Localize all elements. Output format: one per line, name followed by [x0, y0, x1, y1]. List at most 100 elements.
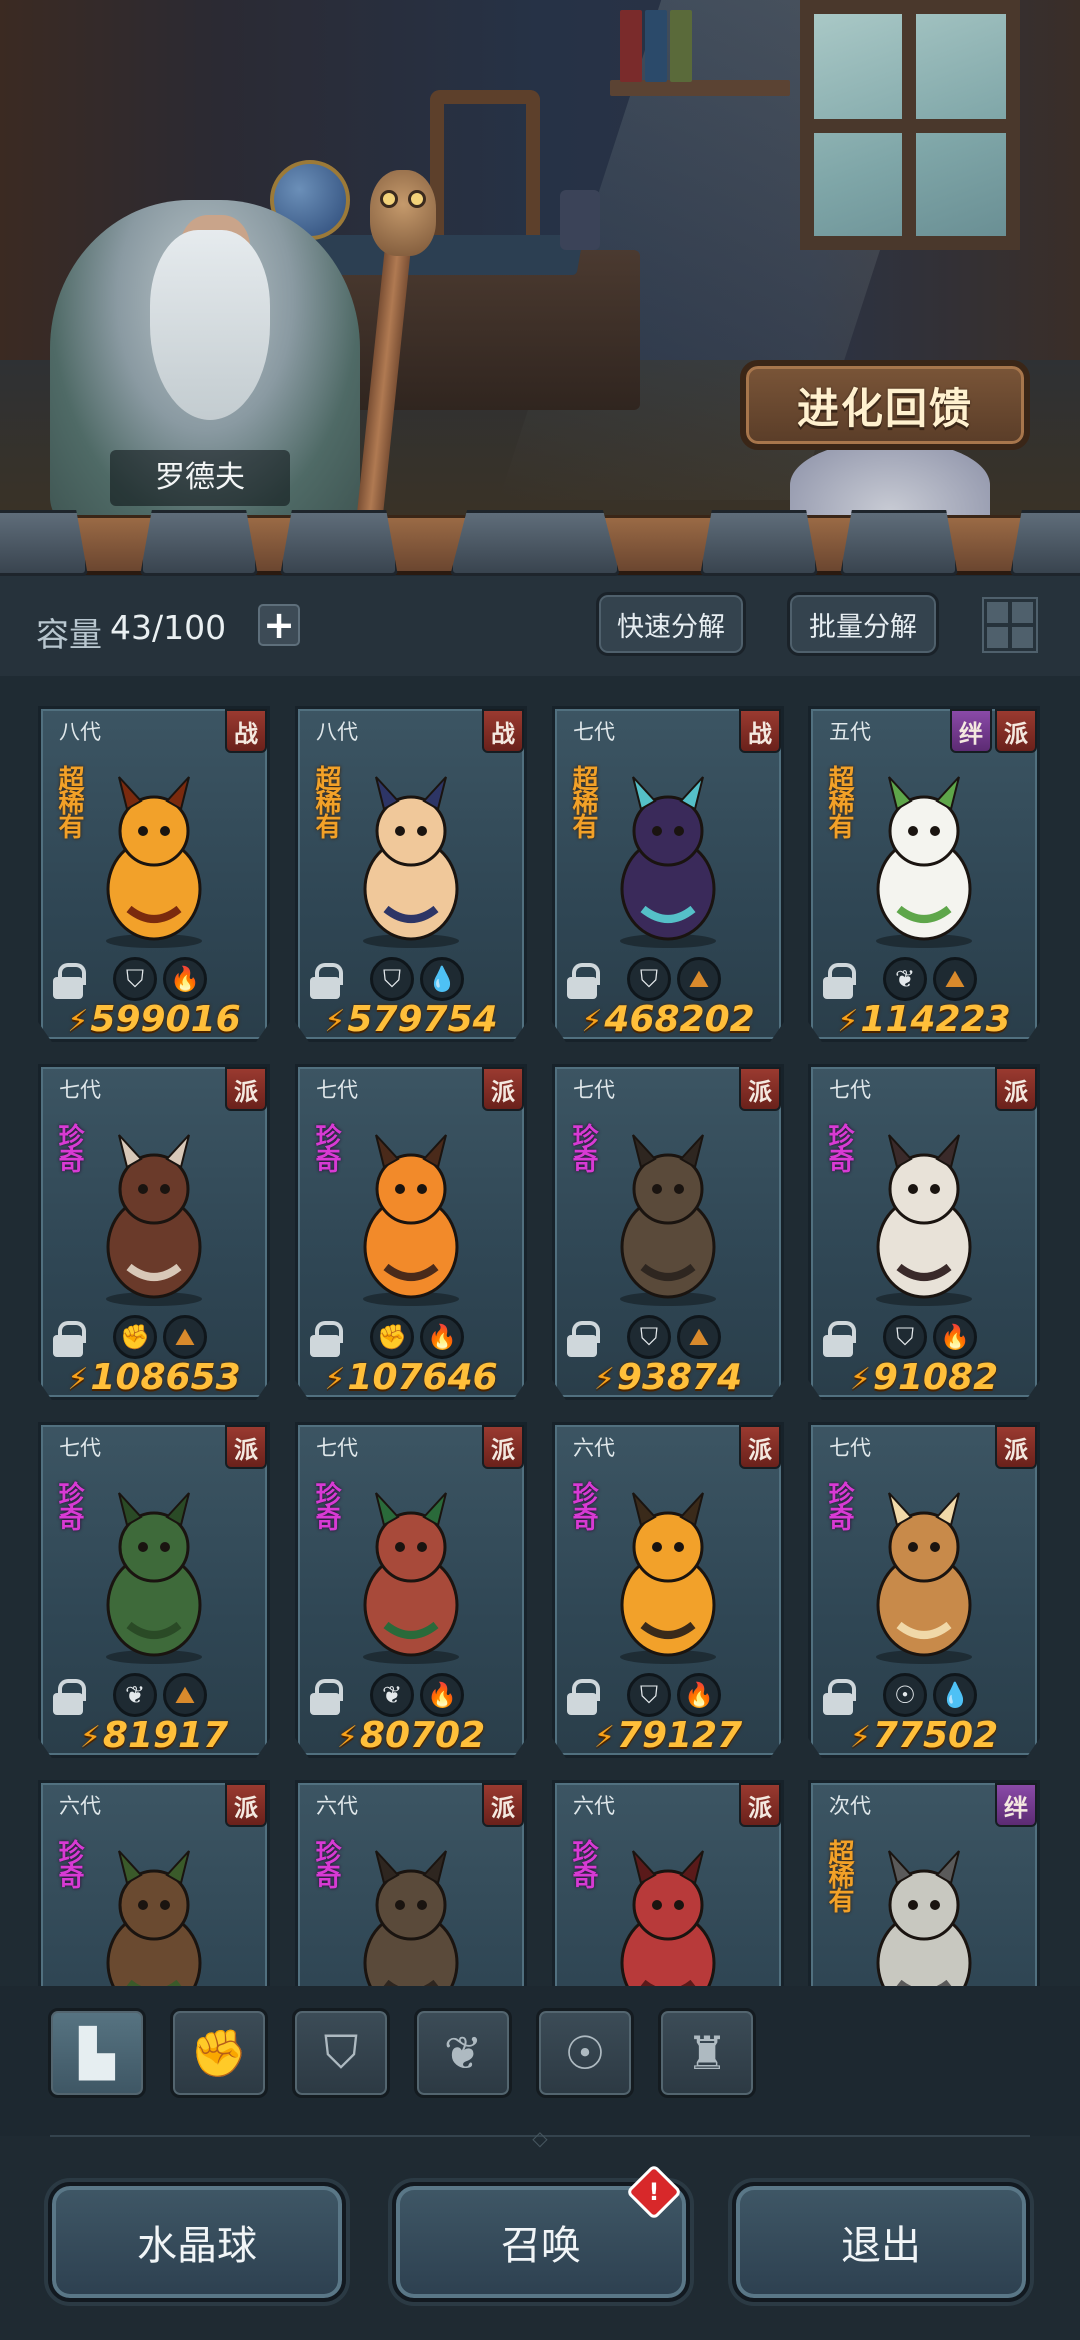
shield-icon: ⛉ [113, 957, 157, 1001]
fire-icon: 🔥 [420, 1673, 464, 1717]
generation-label: 七代 [829, 1078, 871, 1102]
lock-icon[interactable] [53, 1321, 86, 1357]
lock-icon[interactable] [567, 963, 600, 999]
power-number: 107646 [347, 1357, 498, 1398]
power-value: ⚡80702 [298, 1715, 524, 1756]
monster-card[interactable]: 七代派珍奇 ❦ 🔥 ⚡80702 [295, 1422, 527, 1758]
card-tags: 派 [995, 1425, 1037, 1469]
lock-icon[interactable] [53, 963, 86, 999]
lock-icon[interactable] [567, 1321, 600, 1357]
filter-all-button[interactable]: ▙ [48, 2008, 146, 2098]
power-icon: ⚡ [837, 1004, 859, 1039]
monster-card[interactable]: 六代派珍奇 [295, 1780, 527, 1986]
power-icon: ⚡ [324, 1362, 346, 1397]
fire-icon: 🔥 [163, 957, 207, 1001]
monster-card[interactable]: 五代绊派超稀有 ❦ ⛰ ⚡114223 [808, 706, 1040, 1042]
generation-label: 八代 [59, 720, 101, 744]
generation-label: 七代 [59, 1078, 101, 1102]
monster-card[interactable]: 六代派珍奇 [552, 1780, 784, 1986]
element-badges: ⛉ ⛰ [627, 1315, 721, 1359]
monster-roster[interactable]: 八代战超稀有 ⛉ 🔥 ⚡599016 八代战超稀有 ⛉ 💧 ⚡579754 七代战超稀有 ⛉ ⛰ ⚡4… [0, 676, 1080, 1986]
power-value: ⚡77502 [811, 1715, 1037, 1756]
card-tags: 派 [225, 1783, 267, 1827]
card-tags: 派 [482, 1067, 524, 1111]
monster-card[interactable]: 六代派珍奇 [38, 1780, 270, 1986]
hero-scene: 罗德夫 进化回馈 [0, 0, 1080, 520]
inkwell [560, 190, 600, 250]
faction-tag: 派 [995, 1425, 1037, 1469]
lock-icon[interactable] [310, 1321, 343, 1357]
leaf-icon: ❦ [113, 1673, 157, 1717]
monster-card[interactable]: 八代战超稀有 ⛉ 💧 ⚡579754 [295, 706, 527, 1042]
faction-tag: 派 [995, 709, 1037, 753]
grid-view-icon[interactable] [982, 597, 1038, 653]
lock-icon[interactable] [567, 1679, 600, 1715]
monster-card[interactable]: 六代派珍奇 ⛉ 🔥 ⚡79127 [552, 1422, 784, 1758]
divider-ornament: ◇ [532, 2126, 548, 2150]
monster-card[interactable]: 七代战超稀有 ⛉ ⛰ ⚡468202 [552, 706, 784, 1042]
lock-icon[interactable] [823, 1321, 856, 1357]
monster-card[interactable]: 七代派珍奇 ✊ 🔥 ⚡107646 [295, 1064, 527, 1400]
earth-icon: ⛰ [677, 1315, 721, 1359]
fist-icon: ✊ [370, 1315, 414, 1359]
generation-label: 六代 [573, 1436, 615, 1460]
filter-shield-button[interactable]: ⛉ [292, 2008, 390, 2098]
filter-tower-button[interactable]: ♜ [658, 2008, 756, 2098]
monster-card[interactable]: 次代绊超稀有 [808, 1780, 1040, 1986]
monster-card[interactable]: 七代派珍奇 ☉ 💧 ⚡77502 [808, 1422, 1040, 1758]
generation-label: 七代 [59, 1436, 101, 1460]
power-number: 599016 [90, 999, 241, 1040]
monster-portrait [876, 1492, 972, 1664]
crystal-ball-button[interactable]: 水晶球 [48, 2182, 346, 2302]
rail-stone [0, 510, 88, 576]
exit-button[interactable]: 退出 [732, 2182, 1030, 2302]
monster-card[interactable]: 七代派珍奇 ❦ ⛰ ⚡81917 [38, 1422, 270, 1758]
filter-alien-button[interactable]: ☉ [536, 2008, 634, 2098]
owl [370, 170, 436, 256]
monster-portrait [106, 1850, 202, 1986]
lock-icon[interactable] [823, 963, 856, 999]
battle-tag: 战 [225, 709, 267, 753]
monster-portrait [363, 1850, 459, 1986]
npc-name: 罗德夫 [110, 450, 290, 506]
element-badges: ❦ ⛰ [883, 957, 977, 1001]
power-number: 91082 [872, 1357, 999, 1398]
water-icon: 💧 [420, 957, 464, 1001]
lock-icon[interactable] [310, 1679, 343, 1715]
generation-label: 七代 [316, 1078, 358, 1102]
filter-fist-button[interactable]: ✊ [170, 2008, 268, 2098]
plus-icon[interactable]: + [258, 604, 300, 646]
lock-icon[interactable] [53, 1679, 86, 1715]
power-icon: ⚡ [324, 1004, 346, 1039]
faction-tag: 派 [739, 1783, 781, 1827]
monster-card[interactable]: 七代派珍奇 ✊ ⛰ ⚡108653 [38, 1064, 270, 1400]
card-tags: 派 [482, 1783, 524, 1827]
batch-decompose-button[interactable]: 批量分解 [787, 592, 939, 656]
monster-card[interactable]: 八代战超稀有 ⛉ 🔥 ⚡599016 [38, 706, 270, 1042]
book [645, 10, 667, 82]
monster-card[interactable]: 七代派珍奇 ⛉ 🔥 ⚡91082 [808, 1064, 1040, 1400]
sage-beard [150, 230, 270, 420]
card-tags: 绊 [995, 1783, 1037, 1827]
element-badges: ⛉ 🔥 [883, 1315, 977, 1359]
generation-label: 七代 [573, 720, 615, 744]
fire-icon: 🔥 [933, 1315, 977, 1359]
lock-icon[interactable] [310, 963, 343, 999]
lock-icon[interactable] [823, 1679, 856, 1715]
book [620, 10, 642, 82]
card-tags: 派 [225, 1425, 267, 1469]
monster-portrait [620, 1492, 716, 1664]
monster-card[interactable]: 七代派珍奇 ⛉ ⛰ ⚡93874 [552, 1064, 784, 1400]
filter-leaf-button[interactable]: ❦ [414, 2008, 512, 2098]
power-icon: ⚡ [849, 1720, 871, 1755]
monster-portrait [876, 1850, 972, 1986]
capacity-value: 43/100 [110, 608, 227, 647]
power-number: 579754 [347, 999, 498, 1040]
evolution-reward-button[interactable]: 进化回馈 [740, 360, 1030, 450]
monster-portrait [363, 1134, 459, 1306]
power-value: ⚡468202 [555, 999, 781, 1040]
quick-decompose-button[interactable]: 快速分解 [596, 592, 746, 656]
power-number: 81917 [102, 1715, 229, 1756]
monster-portrait [620, 776, 716, 948]
all-icon: ▙ [79, 2026, 115, 2080]
